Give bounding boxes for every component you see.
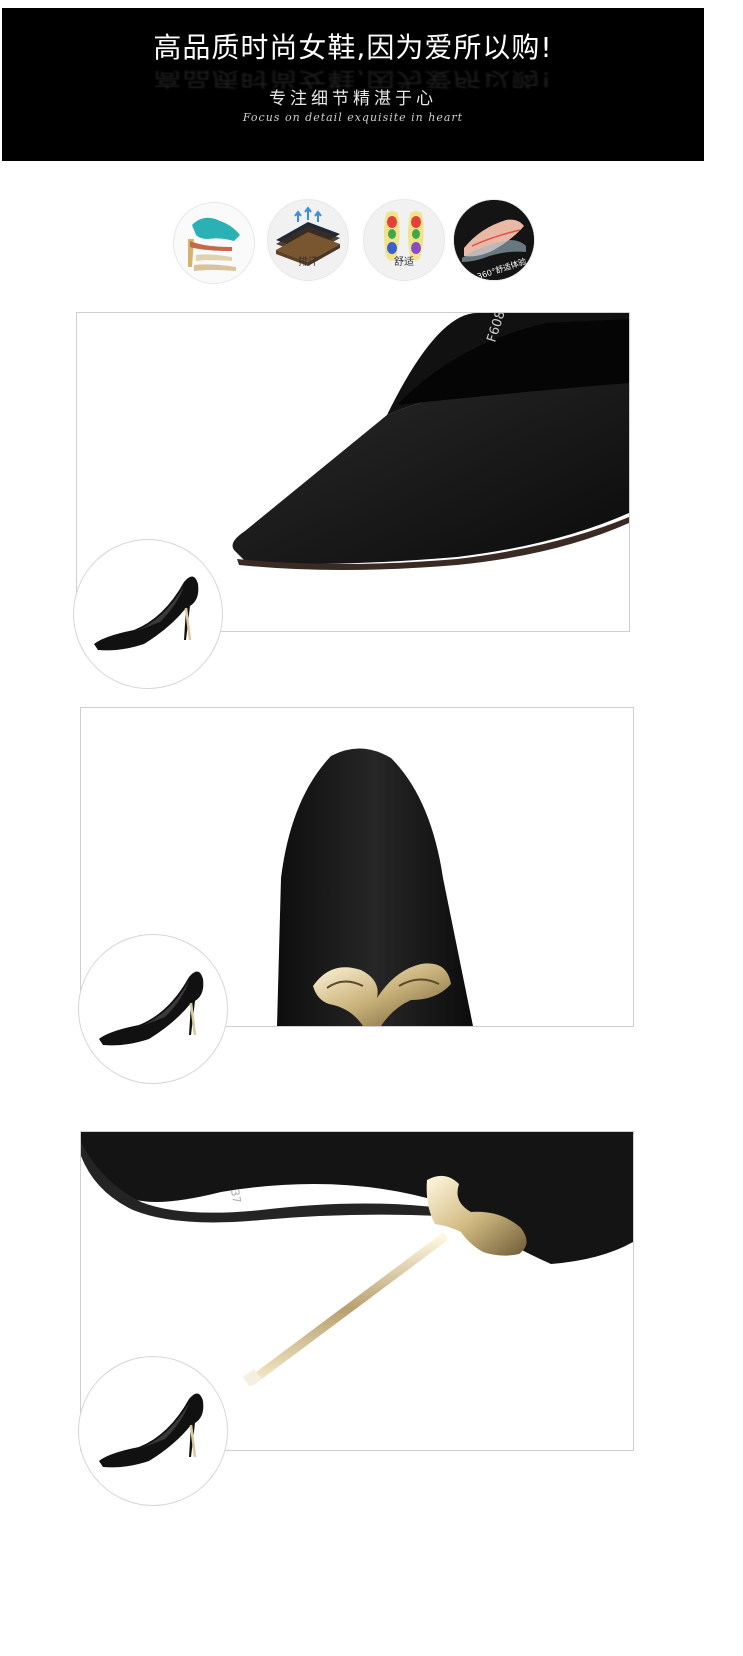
thumbnail-pump-1: [73, 539, 223, 689]
pump-side-view-icon: [99, 1393, 204, 1468]
feature-comfort: 舒适: [364, 200, 444, 280]
feature-label-comfort: 舒适: [394, 257, 414, 268]
banner-title: 高品质时尚女鞋,因为爱所以购!: [153, 31, 553, 64]
feature-shoe-last: [174, 203, 254, 283]
foot-in-shoe-icon: 360°舒适体验: [454, 200, 534, 280]
sole-size-text: 37: [228, 1188, 243, 1204]
header-banner: 高品质时尚女鞋,因为爱所以购! 高品质时尚女鞋,因为爱所以购! 专注细节精湛于心…: [2, 8, 704, 161]
pump-side-view-icon: [94, 576, 199, 651]
feature-360-experience: 360°舒适体验: [454, 200, 534, 280]
shoe-last-icon: [188, 217, 240, 271]
foot-pressure-map-icon: [384, 211, 424, 261]
thumbnail-pump-2: [78, 934, 228, 1084]
pump-side-view-icon: [99, 971, 204, 1046]
feature-sweat-wicking: 排汗: [268, 200, 348, 280]
insole-layers-icon: [276, 206, 340, 266]
feature-label-sweat: 排汗: [298, 257, 318, 268]
thumbnail-pump-3: [78, 1356, 228, 1506]
banner-subtitle-cn: 专注细节精湛于心: [269, 89, 437, 109]
banner-subtitle-en: Focus on detail exquisite in heart: [242, 111, 464, 124]
